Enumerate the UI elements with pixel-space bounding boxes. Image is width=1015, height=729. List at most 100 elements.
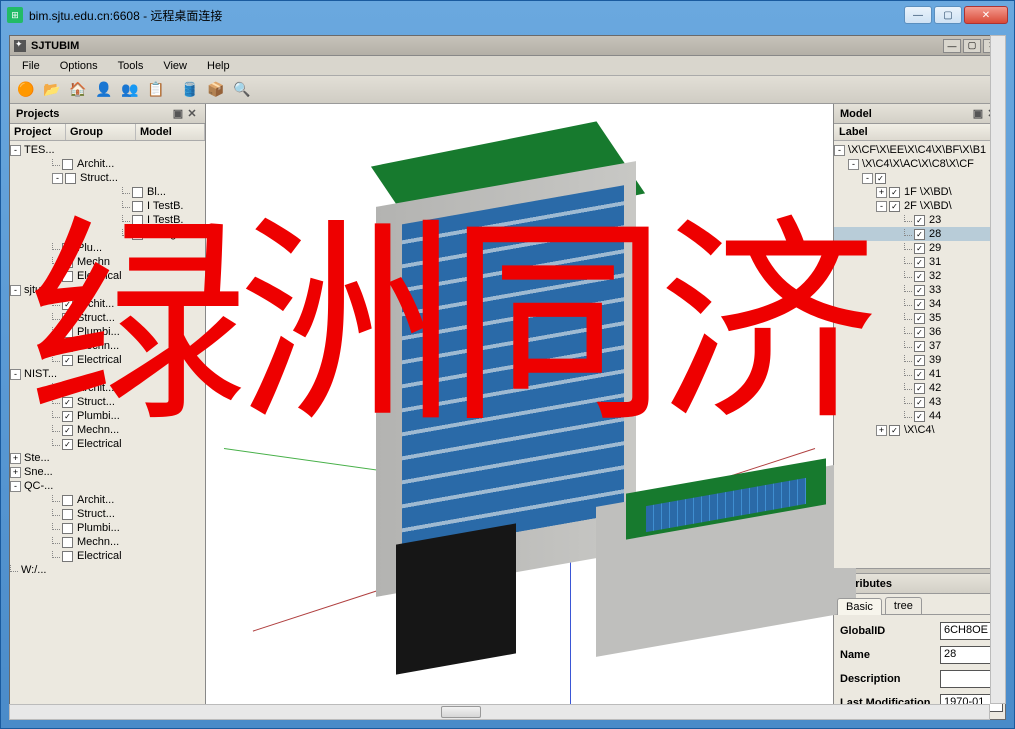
checkbox[interactable]	[914, 355, 925, 366]
expand-icon[interactable]: -	[52, 173, 63, 184]
project-item[interactable]: -TES...	[10, 143, 205, 157]
group-item[interactable]: Mechn...	[10, 423, 205, 437]
checkbox[interactable]	[62, 439, 73, 450]
rdp-horizontal-scrollbar[interactable]	[9, 704, 990, 720]
toolbar-btn-8[interactable]: 📦	[204, 78, 228, 102]
project-item[interactable]: +Ste...	[10, 451, 205, 465]
element-item[interactable]: 41	[834, 367, 1005, 381]
element-item[interactable]: 23	[834, 213, 1005, 227]
model-panel-pin-icon[interactable]: ▣	[971, 107, 985, 120]
scroll-thumb[interactable]	[441, 706, 481, 718]
maximize-button[interactable]: ▢	[934, 6, 962, 24]
checkbox[interactable]	[62, 495, 73, 506]
expand-icon[interactable]: -	[848, 159, 859, 170]
checkbox[interactable]	[62, 551, 73, 562]
app-titlebar[interactable]: SJTUBIM — ▢ ✕	[10, 36, 1005, 56]
col-group[interactable]: Group	[66, 124, 136, 140]
floor-item[interactable]: +\X\C4\	[834, 423, 1005, 437]
panel-pin-icon[interactable]: ▣	[171, 107, 185, 120]
model-item[interactable]: I TestB.	[10, 199, 205, 213]
tab-basic[interactable]: Basic	[837, 598, 882, 615]
col-project[interactable]: Project	[10, 124, 66, 140]
element-item[interactable]: 36	[834, 325, 1005, 339]
project-item[interactable]: -NIST...	[10, 367, 205, 381]
checkbox[interactable]	[914, 397, 925, 408]
toolbar-btn-3[interactable]: 🏠	[66, 78, 90, 102]
rdp-titlebar[interactable]: ⊞ bim.sjtu.edu.cn:6608 - 远程桌面连接 — ▢ ✕	[1, 1, 1014, 29]
minimize-button[interactable]: —	[904, 6, 932, 24]
checkbox[interactable]	[62, 159, 73, 170]
checkbox[interactable]	[62, 243, 73, 254]
project-item[interactable]: -sjtu...	[10, 283, 205, 297]
toolbar-btn-4[interactable]: 👤	[92, 78, 116, 102]
group-item[interactable]: Struct...	[10, 507, 205, 521]
toolbar-btn-6[interactable]: 📋	[144, 78, 168, 102]
group-item[interactable]: Electrical	[10, 353, 205, 367]
expand-icon[interactable]: -	[10, 481, 21, 492]
rdp-vertical-scrollbar[interactable]	[990, 35, 1006, 704]
checkbox[interactable]	[914, 327, 925, 338]
group-item[interactable]: Electrical	[10, 549, 205, 563]
group-item[interactable]: Struct...	[10, 395, 205, 409]
element-item[interactable]: 43	[834, 395, 1005, 409]
panel-close-icon[interactable]: ✕	[185, 107, 199, 120]
projects-tree[interactable]: -TES...Archit...-Struct...Bl...I TestB.I…	[10, 141, 205, 719]
element-item[interactable]: 34	[834, 297, 1005, 311]
expand-icon[interactable]: -	[10, 145, 21, 156]
checkbox[interactable]	[914, 257, 925, 268]
checkbox[interactable]	[62, 355, 73, 366]
group-item[interactable]: Electrical	[10, 269, 205, 283]
checkbox[interactable]	[875, 173, 886, 184]
checkbox[interactable]	[914, 313, 925, 324]
toolbar-btn-2[interactable]: 📂	[40, 78, 64, 102]
checkbox[interactable]	[132, 215, 143, 226]
checkbox[interactable]	[62, 271, 73, 282]
checkbox[interactable]	[914, 215, 925, 226]
menu-options[interactable]: Options	[50, 58, 108, 74]
group-item[interactable]: Mechn...	[10, 535, 205, 549]
element-item[interactable]: 32	[834, 269, 1005, 283]
group-item[interactable]: Archit...	[10, 157, 205, 171]
menu-file[interactable]: File	[12, 58, 50, 74]
element-item[interactable]: 35	[834, 311, 1005, 325]
model-item[interactable]: ABldgN	[10, 227, 205, 241]
group-item[interactable]: Archit...	[10, 493, 205, 507]
floor-item[interactable]: +1F \X\BD\	[834, 185, 1005, 199]
expand-icon[interactable]: -	[10, 369, 21, 380]
checkbox[interactable]	[62, 523, 73, 534]
checkbox[interactable]	[914, 285, 925, 296]
group-item[interactable]: Plumbi...	[10, 325, 205, 339]
element-item[interactable]: 37	[834, 339, 1005, 353]
checkbox[interactable]	[914, 271, 925, 282]
toolbar-btn-9[interactable]: 🔍	[230, 78, 254, 102]
menu-view[interactable]: View	[153, 58, 197, 74]
element-item[interactable]: 31	[834, 255, 1005, 269]
element-item[interactable]: 33	[834, 283, 1005, 297]
checkbox[interactable]	[914, 341, 925, 352]
expand-icon[interactable]: -	[876, 201, 887, 212]
group-item[interactable]: Plu...	[10, 241, 205, 255]
checkbox[interactable]	[889, 201, 900, 212]
expand-icon[interactable]: -	[10, 285, 21, 296]
checkbox[interactable]	[65, 173, 76, 184]
group-item[interactable]: Mechn	[10, 255, 205, 269]
expand-icon[interactable]: -	[834, 145, 845, 156]
group-item[interactable]: Archit...	[10, 297, 205, 311]
checkbox[interactable]	[889, 425, 900, 436]
app-maximize-button[interactable]: ▢	[963, 39, 981, 53]
checkbox[interactable]	[62, 425, 73, 436]
expand-icon[interactable]: -	[862, 173, 873, 184]
group-item[interactable]: Plumbi...	[10, 521, 205, 535]
col-model[interactable]: Model	[136, 124, 205, 140]
model-group[interactable]: -	[834, 171, 1005, 185]
expand-icon[interactable]: +	[876, 425, 887, 436]
model-sub[interactable]: -\X\C4\X\AC\X\C8\X\CF	[834, 157, 1005, 171]
checkbox[interactable]	[62, 299, 73, 310]
floor-item[interactable]: -2F \X\BD\	[834, 199, 1005, 213]
expand-icon[interactable]: +	[10, 453, 21, 464]
app-minimize-button[interactable]: —	[943, 39, 961, 53]
tab-tree[interactable]: tree	[885, 597, 922, 614]
project-item[interactable]: W:/...	[10, 563, 205, 577]
checkbox[interactable]	[132, 229, 143, 240]
model-tree[interactable]: -\X\CF\X\EE\X\C4\X\BF\X\B1 -\X\C4\X\AC\X…	[834, 141, 1005, 568]
